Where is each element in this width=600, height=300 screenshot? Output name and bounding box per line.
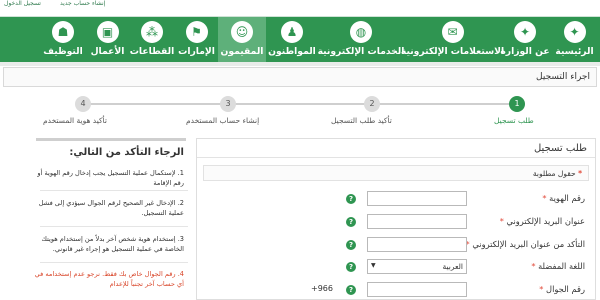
nav-label: المقيمون xyxy=(220,46,264,57)
nav-item-business[interactable]: ▣ الأعمال xyxy=(86,17,129,63)
step-4-circle: 4 xyxy=(75,96,91,112)
required-star: * xyxy=(578,169,582,178)
guideline-item-warning: 4. رقم الجوال خاص بك فقط. نرجو عدم إستخد… xyxy=(34,270,184,288)
divider xyxy=(40,190,188,191)
briefcase-icon: ▣ xyxy=(96,21,119,43)
nav-item-residents[interactable]: ☺ المقيمون xyxy=(218,17,266,63)
guideline-item: 1. لإستكمال عملية التسجيل يجب إدخال رقم … xyxy=(37,169,184,187)
citizen-icon: ♟ xyxy=(281,21,303,43)
step-connector xyxy=(232,103,372,105)
emblem-icon: ✦ xyxy=(514,21,536,43)
globe-icon: ◍ xyxy=(350,21,372,43)
language-select-value: العربية xyxy=(442,262,464,271)
confirm-email-label: التأكد من عنوان البريد الإلكتروني * xyxy=(465,239,585,249)
residents-icon: ☺ xyxy=(231,21,253,43)
language-select[interactable]: العربية ▼ xyxy=(367,259,467,274)
register-link[interactable]: إنشاء حساب جديد xyxy=(60,0,105,7)
divider xyxy=(197,157,595,158)
step-1-circle: 1 xyxy=(509,96,525,112)
step-connector xyxy=(90,103,230,105)
required-note-text: حقول مطلوبة xyxy=(532,169,576,178)
nav-item-citizens[interactable]: ♟ المواطنون xyxy=(266,17,318,63)
guidelines-title: الرجاء التأكد من التالي: xyxy=(69,147,184,158)
nav-label: الرئيسية xyxy=(555,46,594,57)
nav-label: المواطنون xyxy=(268,46,316,57)
nav-label: الاستعلامات الإلكترونية xyxy=(400,46,505,57)
nav-label: عن الوزارة xyxy=(500,46,550,57)
nav-item-home[interactable]: ✦ الرئيسية xyxy=(549,17,600,63)
main-nav: ✦ الرئيسية ✦ عن الوزارة ✉ الاستعلامات ال… xyxy=(0,16,600,63)
required-note: * حقول مطلوبة xyxy=(203,165,589,181)
procedures-bar: اجراء التسجيل xyxy=(3,67,597,87)
nav-item-employment[interactable]: ☗ التوظيف xyxy=(40,17,86,63)
national-id-label: رقم الهوية * xyxy=(542,193,585,203)
nav-label: القطاعات xyxy=(129,46,175,57)
chevron-down-icon: ▼ xyxy=(371,262,376,269)
nav-item-sectors[interactable]: ⁂ القطاعات xyxy=(129,17,175,63)
nav-item-about[interactable]: ✦ عن الوزارة xyxy=(500,17,550,63)
guidelines-panel: الرجاء التأكد من التالي: 1. لإستكمال عمل… xyxy=(4,138,190,300)
step-4-label: تأكيد هوية المستخدم xyxy=(43,116,107,125)
top-strip: تسجيل الدخول إنشاء حساب جديد xyxy=(0,0,600,16)
page-title: اجراء التسجيل xyxy=(536,72,590,82)
nav-label: الأعمال xyxy=(90,46,125,57)
emblem-icon: ✦ xyxy=(563,21,586,43)
info-top-bar xyxy=(36,138,186,141)
country-code-prefix: +966 xyxy=(311,284,333,293)
registration-form: طلب تسجيل * حقول مطلوبة رقم الهوية * ? ع… xyxy=(196,138,596,300)
language-label: اللغة المفضلة * xyxy=(531,261,585,271)
step-3-circle: 3 xyxy=(220,96,236,112)
employment-icon: ☗ xyxy=(52,21,74,43)
step-2-circle: 2 xyxy=(364,96,380,112)
nav-label: التوظيف xyxy=(43,46,83,57)
help-icon[interactable]: ? xyxy=(346,240,356,250)
sectors-icon: ⁂ xyxy=(141,21,163,43)
national-id-input[interactable] xyxy=(367,191,467,206)
divider xyxy=(40,262,188,263)
step-2-label: تأكيد طلب التسجيل xyxy=(331,116,392,125)
nav-shadow xyxy=(0,62,600,66)
mobile-label: رقم الجوال * xyxy=(539,284,585,294)
email-input[interactable] xyxy=(367,214,467,229)
email-label: عنوان البريد الإلكتروني * xyxy=(499,216,585,226)
divider xyxy=(40,226,188,227)
nav-item-inquiries[interactable]: ✉ الاستعلامات الإلكترونية xyxy=(400,17,505,63)
nav-label: الخدمات الإلكترونية xyxy=(317,46,405,57)
nav-item-emirates[interactable]: ⚑ الإمارات xyxy=(175,17,218,63)
step-1-label: طلب تسجيل xyxy=(494,116,534,125)
mobile-input[interactable] xyxy=(367,282,467,297)
inquiry-icon: ✉ xyxy=(441,21,464,43)
help-icon[interactable]: ? xyxy=(346,217,356,227)
help-icon[interactable]: ? xyxy=(346,285,356,295)
nav-label: الإمارات xyxy=(178,46,215,57)
login-link[interactable]: تسجيل الدخول xyxy=(4,0,41,7)
nav-item-eservices[interactable]: ◍ الخدمات الإلكترونية xyxy=(318,17,404,63)
form-title: طلب تسجيل xyxy=(533,143,587,154)
guideline-item: 2. الإدخال غير الصحيح لرقم الجوال سيؤدي … xyxy=(38,199,184,217)
step-connector xyxy=(375,103,517,105)
step-3-label: إنشاء حساب المستخدم xyxy=(186,116,260,125)
guideline-item: 3. إستخدام هوية شخص آخر بدلاً من إستخدام… xyxy=(41,235,184,253)
emirates-icon: ⚑ xyxy=(185,21,208,43)
help-icon[interactable]: ? xyxy=(346,194,356,204)
confirm-email-input[interactable] xyxy=(367,237,467,252)
help-icon[interactable]: ? xyxy=(346,262,356,272)
